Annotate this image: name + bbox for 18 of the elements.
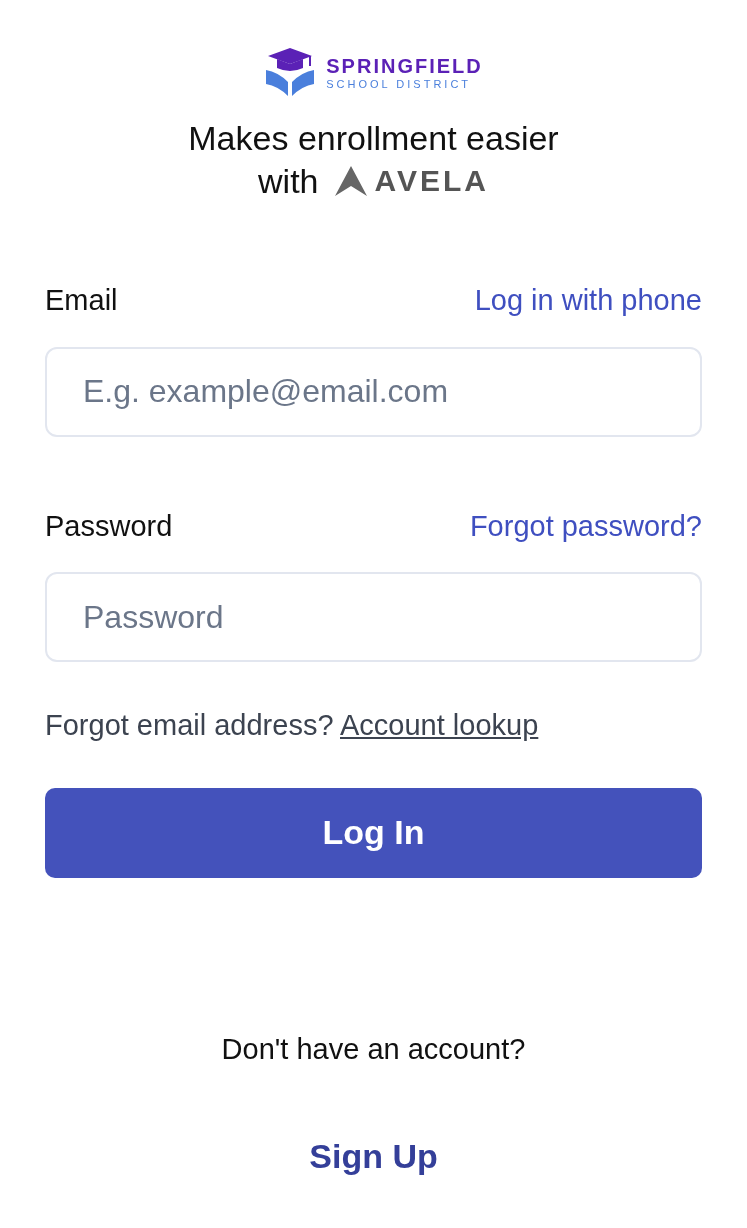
arrow-logo-icon (334, 165, 367, 196)
field-link[interactable]: Log in with phone (474, 279, 702, 323)
district-subtitle: SCHOOL DISTRICT (326, 77, 473, 91)
signup-prompt: Don't have an account? (221, 1031, 526, 1067)
input-field[interactable]: E.g. example@email.com (45, 346, 702, 437)
input-field[interactable]: Password (45, 572, 702, 662)
field-link[interactable]: Forgot password? (469, 504, 702, 548)
brand-name: AVELA (374, 163, 489, 199)
district-name: SPRINGFIELD (326, 55, 483, 77)
graduation-book-icon (264, 48, 317, 98)
tagline: Makes enrollment easier (188, 118, 559, 158)
login-button[interactable]: Log In (45, 787, 702, 878)
lookup-text: Forgot email address? Account lookup (45, 708, 540, 743)
signup-button[interactable]: Sign Up (309, 1131, 438, 1182)
account-lookup-link[interactable]: Account lookup (340, 709, 539, 741)
field-label: Email (45, 283, 118, 318)
field-label: Password (45, 508, 173, 544)
tagline-with: with (258, 160, 319, 201)
